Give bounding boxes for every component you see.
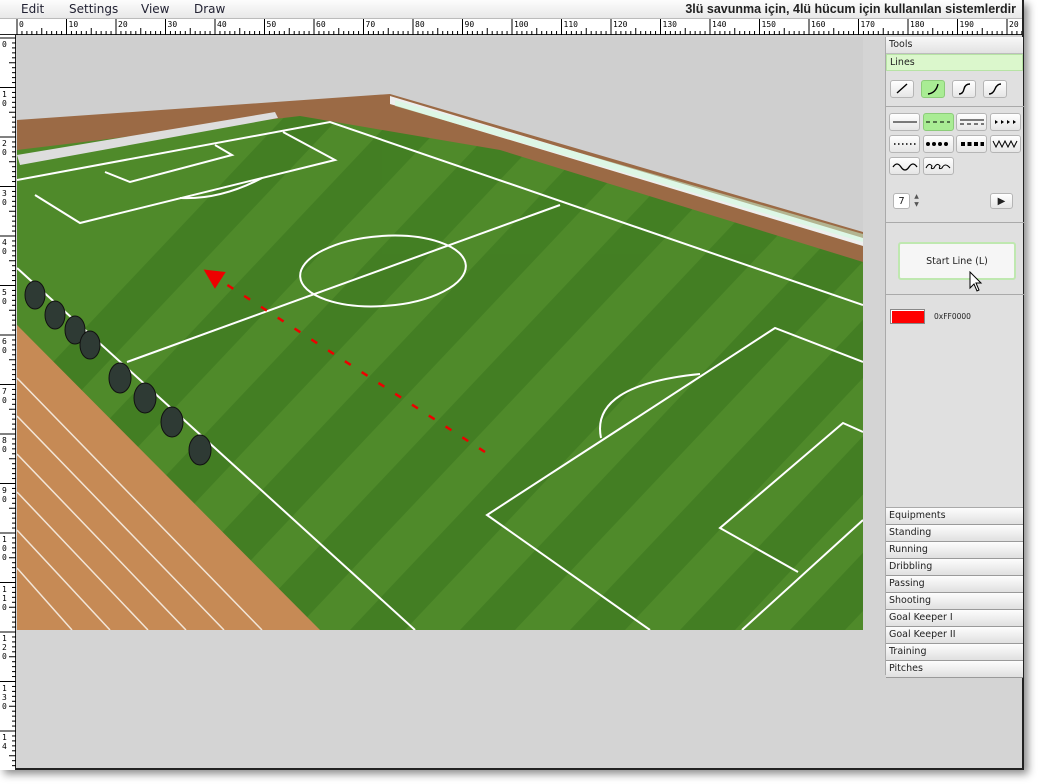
s-wave-line-icon [988,83,1002,95]
start-line-button[interactable]: Start Line (L) [898,242,1016,280]
ruler-label: 100 [2,535,7,562]
category-dribbling[interactable]: Dribbling [886,559,1023,576]
ruler-label: 120 [613,20,628,29]
menu-edit[interactable]: Edit [21,2,44,16]
ruler-label: 120 [2,634,7,661]
ruler-label: 90 [2,485,7,504]
ruler-label: 20 [118,20,128,29]
category-running[interactable]: Running [886,542,1023,559]
pitch-3d-view [17,37,863,630]
ruler-label: 30 [167,20,178,29]
straight-line-icon [896,83,908,94]
category-goal-keeper-i[interactable]: Goal Keeper I [886,610,1023,627]
loop-wave-line-icon [925,163,951,170]
ruler-label: 110 [2,584,7,612]
mouse-cursor-icon [969,271,983,292]
line-style-solid-button[interactable] [889,113,920,131]
arrows-line-icon [995,120,1016,124]
double-dashed-line-icon [959,119,984,125]
ruler-label: 60 [316,20,326,29]
line-shape-button[interactable] [983,80,1007,98]
ruler-label: 90 [464,20,475,29]
ruler-label: 140 [712,20,727,29]
ruler-label: 50 [266,20,277,29]
ruler-label: 150 [761,20,776,29]
ruler-label: 80 [415,20,425,29]
ruler-label: 70 [2,386,7,405]
ruler-label: 20 [2,139,7,157]
vertical-ruler: 0 10 20 30 40 50 60 70 80 90 100 110 120 130 14 [0,35,16,770]
ruler-label: 160 [811,20,826,29]
document-title: 3lü savunma için, 4lü hücum için kullanı… [685,2,1016,16]
ruler-label: 80 [2,436,7,454]
category-standing[interactable]: Standing [886,525,1023,542]
category-training[interactable]: Training [886,644,1023,661]
line-shape-button[interactable] [952,80,976,98]
ruler-label: 130 [2,683,7,711]
ruler-label: 10 [2,89,7,108]
line-shape-button[interactable] [890,80,914,98]
line-style-wave-button[interactable] [889,157,920,175]
ruler-label: 180 [910,20,925,29]
color-value: 0xFF0000 [934,312,971,321]
line-style-double-dashed-button[interactable] [956,113,987,131]
solid-line-icon [892,121,917,123]
category-goal-keeper-ii[interactable]: Goal Keeper II [886,627,1023,644]
wave-line-icon [891,163,918,171]
drawing-canvas[interactable] [17,37,863,630]
ruler-label: 110 [563,20,578,29]
app-window: Edit Settings View Draw 3lü savunma için… [0,0,1024,770]
zigzag-line-icon [992,139,1018,149]
play-button[interactable]: ▶ [990,193,1013,209]
line-style-loop-wave-button[interactable] [922,157,954,175]
dotted-line-icon [893,143,917,145]
ruler-label: 50 [2,287,7,306]
menu-bar: Edit Settings View Draw 3lü savunma için… [0,0,1022,19]
ruler-label: 0 [2,40,7,49]
ruler-label: 20 [1009,20,1019,29]
category-equipments[interactable]: Equipments [886,508,1023,525]
ruler-label: 190 [959,20,974,29]
category-pitches[interactable]: Pitches [886,661,1023,678]
ruler-label: 70 [365,20,376,29]
ruler-label: 30 [2,188,7,207]
thickness-stepper[interactable]: ▲ ▼ [912,193,921,209]
ruler-label: 0 [19,20,24,29]
curve-line-icon [927,83,939,95]
menu-view[interactable]: View [141,2,169,16]
category-shooting[interactable]: Shooting [886,593,1023,610]
line-style-big-dots-button[interactable] [922,135,954,153]
line-style-squares-button[interactable] [956,135,987,153]
category-list: Equipments Standing Running Dribbling Passin… [886,507,1023,678]
ruler-label: 170 [860,20,875,29]
play-icon: ▶ [997,195,1006,207]
ruler-label: 130 [662,20,677,29]
s-curve-line-icon [958,83,971,95]
ruler-label: 40 [217,20,227,29]
line-style-arrows-button[interactable] [989,113,1021,131]
lines-header[interactable]: Lines [886,54,1023,71]
squares-line-icon [960,142,984,146]
line-style-dashed-button[interactable] [922,113,954,131]
ruler-label: 10 [68,20,79,29]
horizontal-ruler: 0 10 20 30 40 50 60 70 80 90 100 110 120 130 140 150 160… [0,19,1022,35]
menu-settings[interactable]: Settings [69,2,118,16]
category-passing[interactable]: Passing [886,576,1023,593]
ruler-label: 40 [2,238,7,256]
color-swatch[interactable] [890,309,925,324]
ruler-label: 14 [2,733,7,751]
ruler-label: 60 [2,337,7,355]
tools-panel: Tools Lines 7 ▲ ▼ ▶ Start Line (L) 0xFF00… [885,37,1024,678]
ruler-label: 100 [514,20,529,29]
thickness-input[interactable]: 7 [893,193,910,209]
menu-draw[interactable]: Draw [194,2,225,16]
line-style-dotted-button[interactable] [889,135,920,153]
line-shape-button[interactable] [921,80,945,98]
big-dots-line-icon [926,142,952,146]
tools-header[interactable]: Tools [886,37,1023,54]
line-style-zigzag-button[interactable] [989,135,1021,153]
dashed-line-icon [926,121,950,123]
